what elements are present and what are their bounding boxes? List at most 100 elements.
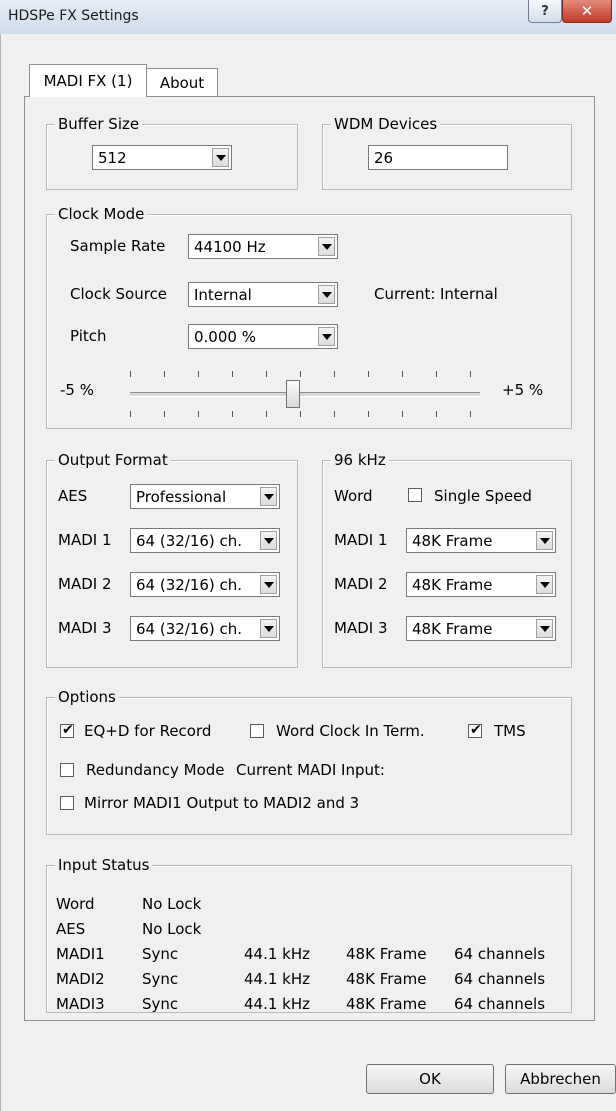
chevron-down-icon	[212, 148, 229, 167]
select-value: 48K Frame	[412, 620, 493, 638]
status-cell: No Lock	[142, 920, 202, 938]
status-cell: 48K Frame	[346, 995, 427, 1013]
pitch-select[interactable]: 0.000 %	[188, 324, 338, 349]
select-value: 0.000 %	[194, 328, 256, 346]
title-bar: HDSPe FX Settings ? ✕	[0, 0, 616, 35]
slider-tick	[470, 411, 471, 417]
chevron-down-icon	[536, 619, 553, 638]
status-cell: 44.1 kHz	[244, 945, 311, 963]
group-legend: Clock Mode	[55, 205, 148, 223]
status-cell: 64 channels	[454, 995, 546, 1013]
slider-tick	[198, 411, 199, 417]
status-cell: MADI3	[56, 995, 105, 1013]
status-cell: Word	[56, 895, 95, 913]
slider-tick	[232, 411, 233, 417]
tms-label: TMS	[494, 722, 526, 740]
slider-tick	[130, 371, 131, 377]
status-cell: Sync	[142, 970, 179, 988]
madi1-format-select[interactable]: 64 (32/16) ch.	[130, 528, 280, 553]
checkmark-icon: ✔	[470, 722, 482, 738]
aes-format-select[interactable]: Professional	[130, 484, 280, 509]
wdm-devices-field[interactable]: 26	[368, 145, 508, 170]
pitch-label: Pitch	[70, 327, 107, 345]
madi3-format-label: MADI 3	[58, 619, 112, 637]
eqd-record-label: EQ+D for Record	[84, 722, 212, 740]
single-speed-checkbox[interactable]	[408, 488, 422, 502]
chevron-down-icon	[260, 575, 277, 594]
chevron-down-icon	[536, 575, 553, 594]
khz96-madi2-select[interactable]: 48K Frame	[406, 572, 556, 597]
slider-tick	[436, 371, 437, 377]
status-cell: AES	[56, 920, 86, 938]
cancel-button[interactable]: Abbrechen	[505, 1064, 616, 1094]
status-cell: Sync	[142, 995, 179, 1013]
chevron-down-icon	[260, 619, 277, 638]
select-value: 48K Frame	[412, 576, 493, 594]
status-cell: Sync	[142, 945, 179, 963]
checkmark-icon: ✔	[62, 722, 74, 738]
khz96-madi1-select[interactable]: 48K Frame	[406, 528, 556, 553]
window-title: HDSPe FX Settings	[8, 8, 139, 24]
select-value: Professional	[136, 488, 227, 506]
madi3-format-select[interactable]: 64 (32/16) ch.	[130, 616, 280, 641]
select-value: Internal	[194, 286, 252, 304]
close-icon: ✕	[580, 2, 594, 20]
tab-about[interactable]: About	[146, 68, 218, 97]
sample-rate-select[interactable]: 44100 Hz	[188, 234, 338, 259]
redundancy-mode-label: Redundancy Mode	[86, 761, 225, 779]
group-legend: Options	[55, 688, 119, 706]
ok-button[interactable]: OK	[366, 1064, 494, 1094]
clock-source-select[interactable]: Internal	[188, 282, 338, 307]
chevron-down-icon	[260, 531, 277, 550]
tms-checkbox[interactable]: ✔	[468, 722, 482, 738]
slider-tick	[436, 411, 437, 417]
select-value: 64 (32/16) ch.	[136, 620, 243, 638]
chevron-down-icon	[260, 487, 277, 506]
eqd-record-checkbox[interactable]: ✔	[60, 722, 74, 738]
help-button[interactable]: ?	[528, 0, 562, 23]
current-clock-label: Current:	[374, 285, 436, 303]
select-value: 64 (32/16) ch.	[136, 532, 243, 550]
slider-max-label: +5 %	[502, 381, 544, 399]
word-clock-term-label: Word Clock In Term.	[276, 722, 425, 740]
slider-tick	[334, 371, 335, 377]
sample-rate-label: Sample Rate	[70, 237, 166, 255]
slider-tick	[300, 411, 301, 417]
clock-source-label: Clock Source	[70, 285, 168, 303]
button-label: OK	[419, 1070, 441, 1088]
slider-tick	[470, 371, 471, 377]
word-label: Word	[334, 487, 373, 505]
close-button[interactable]: ✕	[562, 0, 612, 23]
chevron-down-icon	[536, 531, 553, 550]
slider-tick	[402, 411, 403, 417]
pitch-slider-thumb[interactable]	[286, 380, 300, 408]
redundancy-mode-checkbox[interactable]	[60, 763, 74, 777]
select-value: 44100 Hz	[194, 238, 266, 256]
select-value: 64 (32/16) ch.	[136, 576, 243, 594]
khz96-madi3-select[interactable]: 48K Frame	[406, 616, 556, 641]
slider-tick	[368, 371, 369, 377]
slider-tick	[334, 411, 335, 417]
group-legend: WDM Devices	[331, 115, 441, 133]
madi2-format-label: MADI 2	[58, 575, 112, 593]
aes-label: AES	[58, 487, 88, 505]
chevron-down-icon	[318, 327, 335, 346]
slider-min-label: -5 %	[60, 381, 94, 399]
mirror-madi-checkbox[interactable]	[60, 796, 74, 810]
group-legend: Input Status	[55, 856, 153, 874]
current-clock-value: Internal	[440, 285, 498, 303]
current-madi-input-label: Current MADI Input:	[236, 761, 385, 779]
khz96-madi2-label: MADI 2	[334, 575, 388, 593]
status-cell: 64 channels	[454, 945, 546, 963]
question-icon: ?	[541, 3, 549, 19]
word-clock-term-checkbox[interactable]	[250, 724, 264, 738]
buffer-size-select[interactable]: 512	[92, 145, 232, 170]
slider-tick	[266, 411, 267, 417]
group-legend: 96 kHz	[331, 451, 389, 469]
status-cell: No Lock	[142, 895, 202, 913]
pitch-slider-track[interactable]	[130, 392, 480, 397]
madi2-format-select[interactable]: 64 (32/16) ch.	[130, 572, 280, 597]
button-label: Abbrechen	[520, 1070, 601, 1088]
tab-madi-fx[interactable]: MADI FX (1)	[29, 64, 147, 97]
khz96-madi1-label: MADI 1	[334, 531, 388, 549]
